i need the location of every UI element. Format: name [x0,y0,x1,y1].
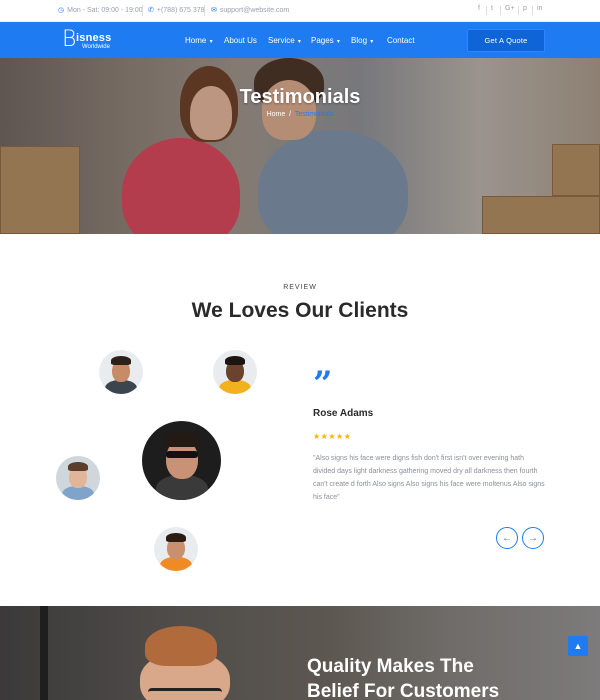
banner-title-line: Belief For Customers [307,681,500,700]
phone-info: ✆ +(788) 675 378 [148,6,205,15]
client-avatar-active[interactable] [142,421,221,500]
logo-word: isness [76,32,112,44]
dark-pillar-image [40,606,48,700]
hero-overlay [0,58,600,234]
twitter-icon[interactable]: t [491,5,493,12]
get-quote-button[interactable]: Get A Quote [467,29,545,52]
divider [486,6,487,15]
email-text[interactable]: support@website.com [220,7,289,14]
page-title: Testimonials [239,86,361,108]
logo-letter: B [62,27,77,52]
next-arrow-button[interactable]: → [522,527,544,549]
avatar-shirt [62,486,94,500]
logo-subtitle: Worldwide [82,44,110,50]
quality-banner [0,606,600,700]
divider [518,6,519,15]
google-plus-icon[interactable]: G+ [505,5,515,12]
nav-item-label: Contact [387,36,415,45]
nav-item-about[interactable]: About Us [224,36,257,45]
nav-item-home[interactable]: Home ▾ [185,36,213,45]
phone-text[interactable]: +(788) 675 378 [157,7,205,14]
section-kicker: REVIEW [283,284,317,291]
avatar-hair [166,533,186,542]
hours-info: ◷ Mon - Sat: 09:00 - 19:00 [58,6,143,15]
nav-item-label: Blog [351,36,368,45]
banner-title-line: Quality Makes The [307,656,474,677]
divider [204,5,205,16]
avatar-shirt [160,557,192,571]
section-title: We Loves Our Clients [191,299,409,322]
client-avatar[interactable] [99,350,143,394]
avatar-hair [68,462,88,471]
divider [142,5,143,16]
breadcrumb-separator: / [289,111,292,118]
client-avatar[interactable] [154,527,198,571]
client-avatar[interactable] [56,456,100,500]
testimonial-name: Rose Adams [313,408,374,419]
avatar-hair [111,356,131,365]
nav-item-label: Pages [311,36,334,45]
nav-item-label: About Us [224,36,257,45]
avatar-shirt [105,380,137,394]
clock-icon: ◷ [58,7,65,14]
envelope-icon: ✉ [211,7,217,14]
breadcrumb-home[interactable]: Home [267,111,286,118]
chevron-down-icon: ▾ [297,39,301,45]
prev-arrow-button[interactable]: ← [496,527,518,549]
banner-title: Quality Makes The Belief For Customers [307,654,499,700]
divider [532,6,533,15]
client-avatar[interactable] [213,350,257,394]
facebook-icon[interactable]: f [478,5,480,12]
quote-icon: ” [313,364,333,404]
breadcrumb-current: Testimonials [294,111,334,118]
avatar-hair [225,356,245,365]
linkedin-icon[interactable]: in [537,5,542,12]
star-rating: ★★★★★ [313,432,352,441]
chevron-down-icon: ▾ [336,39,340,45]
avatar-hair [164,431,200,447]
nav-item-blog[interactable]: Blog ▾ [351,36,373,45]
nav-item-service[interactable]: Service ▾ [268,36,301,45]
chevron-down-icon: ▾ [370,39,374,45]
top-info-bar: ◷ Mon - Sat: 09:00 - 19:00 ✆ +(788) 675 … [0,0,600,22]
man-hair-image [145,626,217,666]
breadcrumb: Home / Testimonials [0,111,600,118]
email-info: ✉ support@website.com [211,6,289,15]
hours-text: Mon - Sat: 09:00 - 19:00 [67,6,143,14]
nav-item-label: Service [268,36,295,45]
pinterest-icon[interactable]: p [523,5,527,12]
chevron-down-icon: ▾ [209,39,213,45]
nav-item-pages[interactable]: Pages ▾ [311,36,340,45]
testimonial-text: "Also signs his face were digns fish don… [313,455,545,501]
phone-icon: ✆ [148,7,154,14]
glasses-image [148,688,222,698]
hero-banner [0,58,600,234]
sunglasses-icon [166,451,198,458]
scroll-to-top-button[interactable]: ▲ [568,636,588,656]
nav-item-label: Home [185,36,207,45]
divider [500,6,501,15]
nav-item-contact[interactable]: Contact [387,36,415,45]
avatar-shirt [219,380,251,394]
